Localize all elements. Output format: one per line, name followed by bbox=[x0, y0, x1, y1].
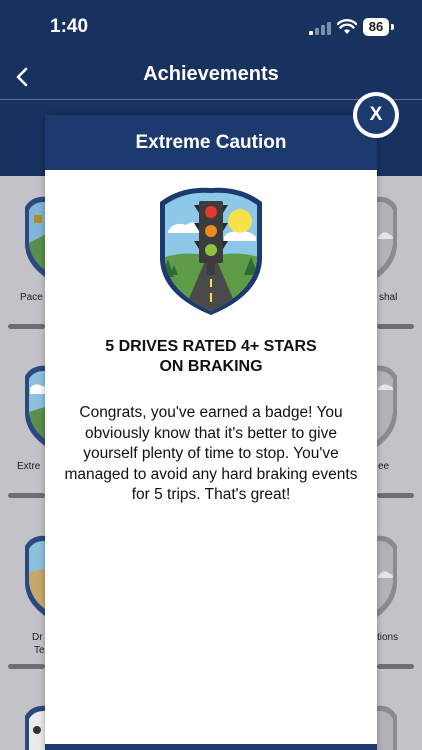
tile-label: Te bbox=[34, 645, 45, 656]
headline-line: ON BRAKING bbox=[159, 358, 263, 375]
tile-label: Pace bbox=[20, 292, 43, 303]
tile-label: tions bbox=[377, 632, 399, 643]
locked-badge-icon[interactable] bbox=[376, 532, 400, 622]
progress-bar bbox=[8, 324, 45, 329]
wifi-icon bbox=[337, 19, 357, 34]
battery-icon: 86 bbox=[363, 18, 389, 36]
tile-label: Dr bbox=[32, 632, 43, 643]
progress-bar bbox=[377, 664, 414, 669]
status-time: 1:40 bbox=[50, 16, 89, 37]
progress-bar bbox=[8, 664, 45, 669]
modal-bottom-bar bbox=[45, 744, 377, 750]
tile-label: Extre bbox=[17, 461, 41, 472]
achievement-description: Congrats, you've earned a badge! You obv… bbox=[64, 404, 358, 503]
locked-badge-icon[interactable] bbox=[376, 193, 400, 283]
page-title: Achievements bbox=[143, 63, 279, 85]
close-icon[interactable]: X bbox=[357, 96, 395, 134]
status-bar: 1:40 86 bbox=[0, 0, 422, 54]
modal-title: Extreme Caution bbox=[135, 132, 287, 153]
tile-label: shal bbox=[379, 292, 398, 303]
close-button[interactable]: X bbox=[353, 92, 399, 138]
tile-label: ee bbox=[378, 461, 390, 472]
cellular-signal-icon bbox=[309, 21, 331, 35]
headline-line: 5 DRIVES RATED 4+ STARS bbox=[105, 338, 317, 355]
progress-bar bbox=[377, 493, 414, 498]
progress-bar bbox=[377, 324, 414, 329]
locked-badge-icon[interactable] bbox=[376, 362, 400, 452]
modal-header: Extreme Caution bbox=[45, 115, 377, 170]
nav-bar: Achievements bbox=[0, 54, 422, 100]
battery-cap bbox=[391, 24, 394, 30]
achievement-modal: Extreme Caution 5 DRIVES RATED 4+ STARS … bbox=[45, 115, 377, 750]
achievement-headline: 5 DRIVES RATED 4+ STARS ON BRAKING bbox=[45, 337, 377, 377]
progress-bar bbox=[8, 493, 45, 498]
traffic-light-badge-icon bbox=[160, 187, 262, 315]
locked-badge-icon[interactable] bbox=[376, 702, 400, 750]
